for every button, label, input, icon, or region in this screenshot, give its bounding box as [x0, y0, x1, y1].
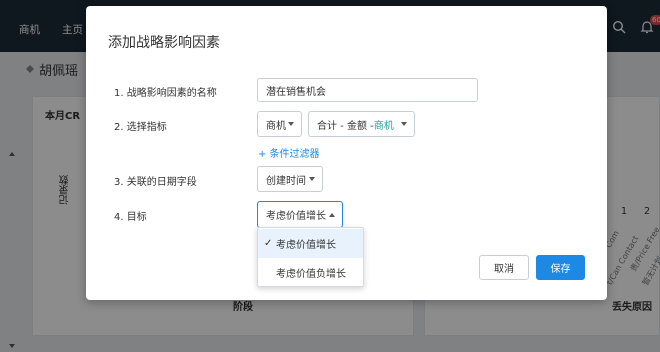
target-dropdown-menu: ✓ 考虑价值增长 考虑价值负增长	[257, 227, 364, 287]
factor-name-input[interactable]: 潜在销售机会	[257, 78, 478, 102]
add-strategic-factor-modal: 添加战略影响因素 1. 战略影响因素的名称 潜在销售机会 2. 选择指标 商机 …	[86, 6, 607, 300]
target-select[interactable]: 考虑价值增长	[257, 201, 343, 228]
metric-select-object: 商机	[373, 120, 394, 132]
date-field-label: 3. 关联的日期字段	[114, 177, 197, 188]
dropdown-option-label: 考虑价值负增长	[276, 269, 346, 280]
metric-select[interactable]: 合计 - 金额 - 商机	[308, 111, 415, 137]
object-select[interactable]: 商机	[257, 111, 302, 137]
modal-title: 添加战略影响因素	[108, 35, 220, 51]
target-label: 4. 目标	[114, 212, 147, 223]
dropdown-option-label: 考虑价值增长	[276, 240, 336, 251]
target-select-value: 考虑价值增长	[266, 211, 326, 222]
save-button[interactable]: 保存	[536, 255, 585, 280]
metric-select-prefix: 合计 - 金额 -	[317, 120, 374, 132]
dropdown-option-positive-growth[interactable]: ✓ 考虑价值增长	[258, 229, 363, 258]
chevron-down-icon	[401, 122, 407, 126]
chevron-up-icon	[329, 212, 335, 217]
date-field-select[interactable]: 创建时间	[257, 166, 323, 192]
metric-label: 2. 选择指标	[114, 122, 167, 133]
date-field-value: 创建时间	[266, 175, 306, 187]
factor-name-value: 潜在销售机会	[266, 86, 326, 98]
cancel-button[interactable]: 取消	[479, 255, 529, 280]
add-condition-filter-link[interactable]: + 条件过滤器	[258, 145, 320, 160]
object-select-value: 商机	[266, 120, 286, 132]
checkmark-icon: ✓	[264, 238, 273, 249]
factor-name-label: 1. 战略影响因素的名称	[114, 88, 217, 99]
chevron-down-icon	[309, 177, 315, 181]
chevron-down-icon	[288, 122, 294, 126]
dropdown-option-negative-growth[interactable]: 考虑价值负增长	[258, 258, 363, 287]
